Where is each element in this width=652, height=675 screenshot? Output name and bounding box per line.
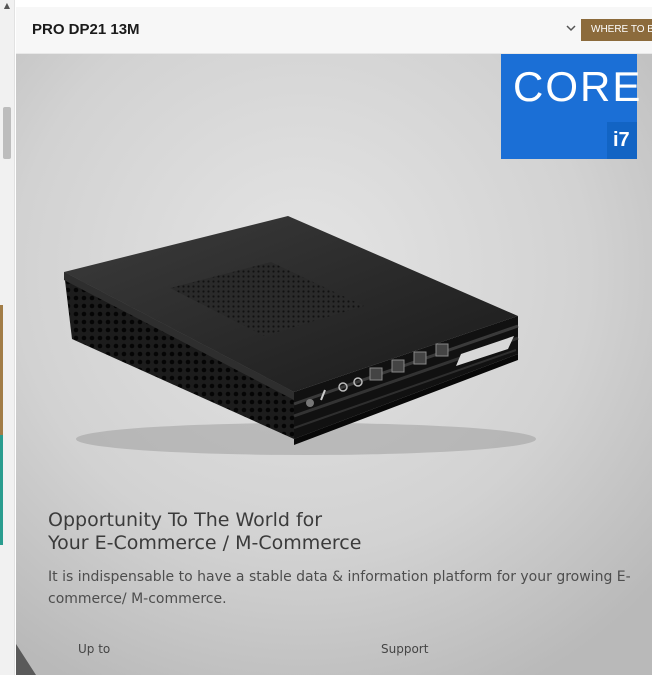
hero-section: CORE i7 Opportunity To The World for You…: [16, 54, 652, 675]
stat-label-up-to: Up to: [78, 642, 111, 656]
page-scrollbar[interactable]: ▲: [0, 0, 15, 675]
badge-brand-text: CORE: [513, 63, 643, 110]
headline-line-1: Opportunity To The World for: [48, 509, 323, 531]
scroll-up-icon[interactable]: ▲: [0, 0, 14, 12]
where-to-buy-button[interactable]: WHERE TO BUY: [581, 19, 652, 41]
badge-tier-text: i7: [613, 129, 630, 151]
hero-description: It is indispensable to have a stable dat…: [48, 569, 631, 607]
side-accent-teal: [0, 435, 3, 545]
intel-core-i7-badge: CORE i7: [501, 54, 640, 159]
product-title: PRO DP21 13M: [32, 21, 140, 38]
stat-label-support: Support: [381, 642, 429, 656]
hero-headline: Opportunity To The World for Your E-Comm…: [48, 509, 608, 555]
chevron-down-icon[interactable]: [564, 21, 578, 35]
product-header: PRO DP21 13M WHERE TO BUY: [16, 7, 652, 54]
side-accent-gold: [0, 305, 3, 435]
scrollbar-thumb[interactable]: [3, 107, 11, 159]
headline-line-2: Your E-Commerce / M-Commerce: [48, 532, 362, 554]
